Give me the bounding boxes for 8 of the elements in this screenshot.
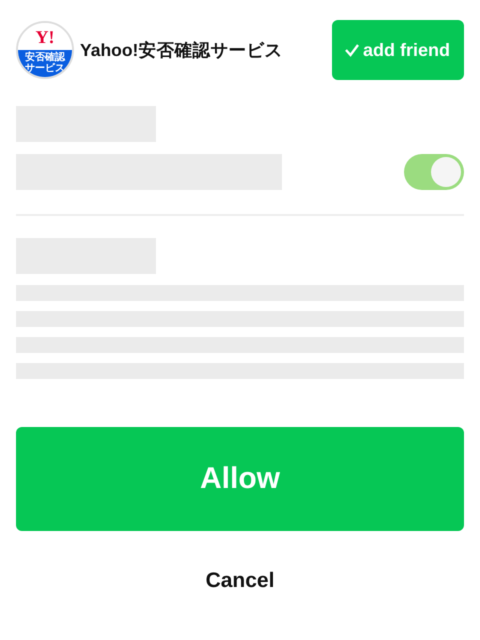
service-name: Yahoo!安否確認サービス: [80, 39, 284, 62]
allow-button[interactable]: Allow: [16, 427, 464, 531]
logo-text: 安否確認: [25, 53, 65, 63]
toggle-switch[interactable]: [404, 154, 464, 190]
add-friend-button[interactable]: add friend: [332, 20, 464, 80]
logo-mark: Y!: [36, 28, 54, 46]
cancel-button[interactable]: Cancel: [200, 567, 280, 595]
check-icon: [344, 43, 360, 57]
